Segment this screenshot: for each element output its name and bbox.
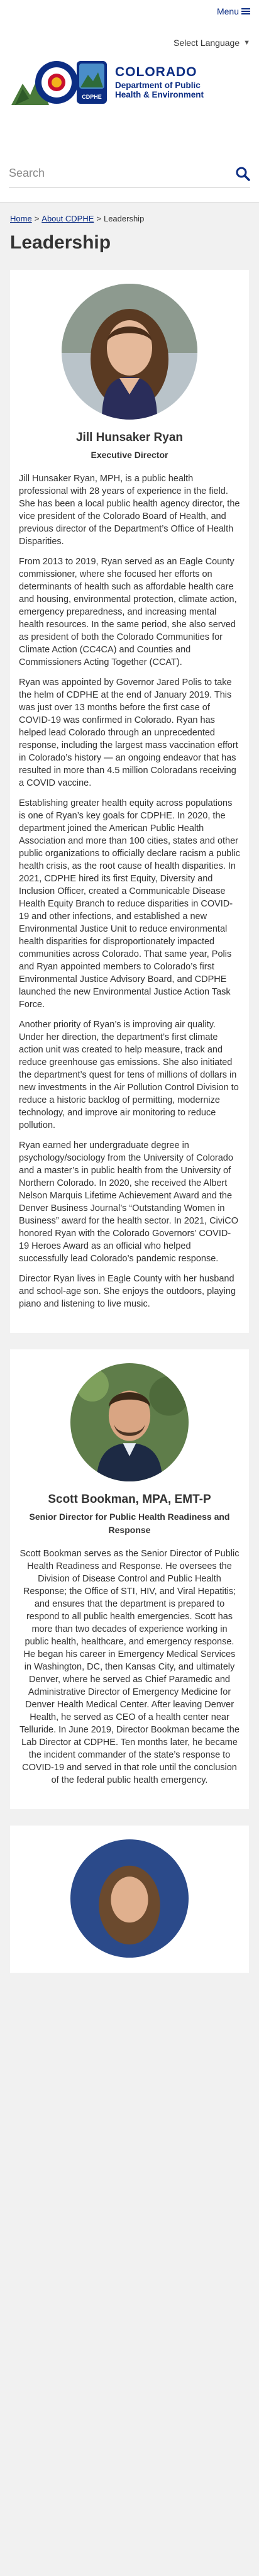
portrait-jill-ryan (62, 284, 197, 420)
breadcrumb: Home > About CDPHE > Leadership (10, 214, 249, 223)
logo-dept-line1: Department of Public (115, 80, 201, 90)
language-select[interactable]: Select Language ▼ (174, 38, 250, 48)
bio-paragraph: From 2013 to 2019, Ryan served as an Eag… (19, 557, 237, 668)
colorado-logo-icon: CDPHE (11, 61, 107, 105)
avatar (62, 284, 197, 420)
person-name: Scott Bookman, MPA, EMT-P (48, 1493, 211, 1507)
bio-paragraph: Director Ryan lives in Eagle County with… (19, 1274, 236, 1310)
search-input[interactable] (9, 167, 235, 180)
search-container (9, 160, 250, 187)
chevron-down-icon: ▼ (243, 39, 250, 47)
hamburger-icon (241, 7, 250, 16)
avatar (70, 1363, 189, 1482)
page-title: Leadership (10, 232, 111, 253)
menu-label: Menu (216, 6, 239, 16)
leader-card: Scott Bookman, MPA, EMT-P Senior Directo… (10, 1349, 249, 1809)
bio-paragraph: Establishing greater health equity acros… (19, 798, 240, 1010)
breadcrumb-current: Leadership (103, 214, 145, 223)
person-title: Executive Director (91, 450, 168, 460)
menu-button[interactable]: Menu (217, 6, 250, 16)
breadcrumb-home[interactable]: Home (10, 214, 32, 223)
search-bar (0, 145, 259, 203)
breadcrumb-separator: > (96, 214, 101, 223)
bio-paragraph: Ryan was appointed by Governor Jared Pol… (19, 677, 238, 789)
person-bio: Scott Bookman serves as the Senior Direc… (19, 1547, 240, 1787)
breadcrumb-separator: > (34, 214, 40, 223)
logo-dept-line2: Health & Environment (115, 90, 204, 100)
bio-paragraph: Another priority of Ryan’s is improving … (19, 1020, 239, 1131)
portrait-next-leader (70, 1839, 189, 1958)
leader-card: Jill Hunsaker Ryan Executive Director Ji… (10, 270, 249, 1334)
bio-paragraph: Jill Hunsaker Ryan, MPH, is a public hea… (19, 474, 240, 547)
search-icon[interactable] (235, 166, 250, 181)
cdphe-logo[interactable]: CDPHE COLORADO Department of Public Heal… (11, 59, 204, 106)
breadcrumb-about[interactable]: About CDPHE (41, 214, 94, 223)
language-label: Select Language (174, 38, 240, 48)
main-content: Home > About CDPHE > Leadership Leadership J… (0, 214, 259, 1973)
logo-text: COLORADO Department of Public Health & E… (115, 65, 204, 99)
bio-paragraph: Scott Bookman serves as the Senior Direc… (19, 1548, 240, 1785)
bio-paragraph: Ryan earned her undergraduate degree in … (19, 1140, 238, 1264)
leader-card (10, 1825, 249, 1973)
logo-band: CDPHE COLORADO Department of Public Heal… (0, 53, 259, 145)
person-name: Jill Hunsaker Ryan (75, 431, 184, 444)
avatar (70, 1839, 189, 1958)
portrait-scott-bookman (70, 1363, 189, 1482)
person-title: Senior Director for Public Health Readin… (29, 1512, 230, 1535)
top-bar: Menu Select Language ▼ (0, 0, 259, 53)
logo-badge-text: CDPHE (82, 94, 102, 100)
person-bio: Jill Hunsaker Ryan, MPH, is a public hea… (19, 472, 240, 1310)
logo-state: COLORADO (115, 65, 197, 80)
